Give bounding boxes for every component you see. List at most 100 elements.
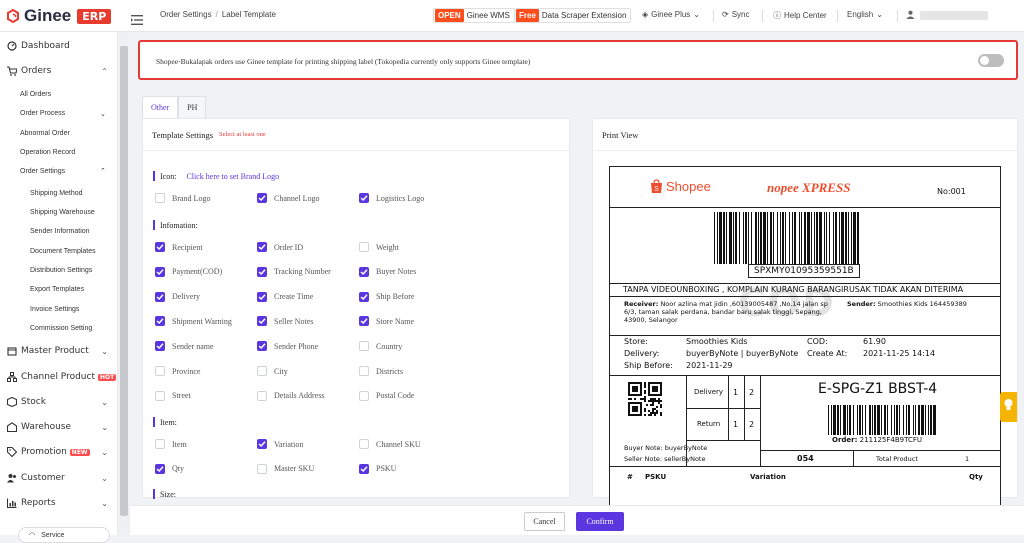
sidebar-item-master-product[interactable]: Master Product ⌄: [0, 342, 117, 360]
sidebar-item-customer[interactable]: Customer ⌄: [0, 469, 117, 487]
cancel-button[interactable]: Cancel: [524, 512, 565, 531]
tab-other[interactable]: Other: [142, 96, 179, 118]
checkbox-sender-phone[interactable]: Sender Phone: [257, 341, 318, 352]
sync-button[interactable]: ⟳ Sync: [722, 10, 750, 19]
sidebar-item-channel-product[interactable]: Channel Product HOT: [0, 368, 117, 386]
scrollbar-thumb[interactable]: [120, 46, 128, 516]
checkbox-street[interactable]: Street: [155, 390, 191, 401]
checkbox-variation[interactable]: Variation: [257, 439, 303, 449]
checkbox-channel-sku[interactable]: Channel SKU: [359, 439, 421, 449]
delivery-return-grid: Delivery 1 2 Return 1 2: [686, 376, 760, 441]
set-brand-logo-link[interactable]: Click here to set Brand Logo: [186, 172, 279, 181]
checkbox-ship-before[interactable]: Ship Before: [359, 291, 414, 302]
checkbox-sender-name[interactable]: Sender name: [155, 341, 214, 352]
checkbox-details-address[interactable]: Details Address: [257, 390, 324, 401]
promotion-label: Promotion: [21, 447, 67, 457]
checkmark-icon: [257, 266, 267, 277]
checkbox-payment-cod[interactable]: Payment(COD): [155, 266, 222, 277]
svg-text:S: S: [654, 186, 659, 193]
checkbox-psku[interactable]: PSKU: [359, 463, 396, 474]
ginee-plus-menu[interactable]: ◈ Ginee Plus ⌄: [642, 10, 700, 19]
brand-logo[interactable]: Ginee ERP: [6, 6, 112, 26]
barcode-bar: [777, 212, 778, 264]
section-marker: [153, 220, 155, 230]
qr-module: [644, 396, 646, 398]
sidebar-item-order-process[interactable]: Order Process: [20, 110, 65, 117]
checkbox-city[interactable]: City: [257, 366, 288, 376]
language-select[interactable]: English ⌄: [847, 10, 883, 19]
qr-module: [634, 398, 636, 400]
checkbox-buyer-notes[interactable]: Buyer Notes: [359, 266, 416, 277]
qr-module: [644, 410, 646, 412]
checkbox-label: Postal Code: [376, 391, 415, 401]
checkbox-recipient[interactable]: Recipient: [155, 242, 203, 252]
checkbox-store-name[interactable]: Store Name: [359, 316, 414, 327]
qr-module: [658, 400, 660, 402]
checkbox-tracking-number[interactable]: Tracking Number: [257, 266, 331, 277]
sidebar-item-warehouse[interactable]: Warehouse ⌄: [0, 418, 117, 436]
checkbox-qty[interactable]: Qty: [155, 463, 184, 474]
confirm-button[interactable]: Confirm: [576, 512, 624, 531]
barcode-bar: [872, 405, 873, 435]
ginee-template-toggle[interactable]: [978, 54, 1004, 67]
help-center-link[interactable]: ⓘ Help Center: [773, 10, 827, 21]
checkbox-postal-code[interactable]: Postal Code: [359, 390, 415, 401]
service-button[interactable]: ◠ Service: [18, 527, 110, 543]
sidebar-item-dashboard[interactable]: Dashboard: [0, 37, 117, 55]
sidebar-item-all-orders[interactable]: All Orders: [20, 91, 51, 98]
qr-module: [652, 400, 654, 402]
floating-help-tab[interactable]: [1000, 392, 1017, 422]
th-index: #: [627, 473, 633, 481]
ginee-logo-icon: [6, 8, 20, 24]
sidebar-item-order-settings[interactable]: Order Settings: [20, 168, 65, 175]
tab-ph[interactable]: PH: [178, 96, 207, 118]
order-block: Order: 211125F4B9TCFU: [832, 436, 922, 444]
sidebar-item-document-templates[interactable]: Document Templates: [30, 248, 96, 255]
checkbox-seller-notes[interactable]: Seller Notes: [257, 316, 313, 327]
user-icon[interactable]: [906, 10, 915, 19]
checkbox-province[interactable]: Province: [155, 366, 200, 376]
qr-module: [640, 398, 642, 400]
sidebar-item-export-templates[interactable]: Export Templates: [30, 286, 84, 293]
sidebar-item-invoice-settings[interactable]: Invoice Settings: [30, 306, 79, 313]
sidebar-item-promotion[interactable]: Promotion NEW ⌄: [0, 443, 117, 461]
barcode-bar: [921, 405, 924, 435]
barcode-bar: [735, 212, 737, 264]
checkbox-delivery[interactable]: Delivery: [155, 291, 200, 302]
data-scraper-button[interactable]: Free Data Scraper Extension: [514, 8, 632, 23]
breadcrumb-parent[interactable]: Order Settings: [160, 10, 212, 19]
checkbox-brand-logo[interactable]: Brand Logo: [155, 193, 210, 203]
sidebar-item-shipping-method[interactable]: Shipping Method: [30, 190, 83, 197]
barcode-bar: [773, 212, 774, 264]
barcode-bar: [816, 212, 818, 264]
sidebar-item-commission-setting[interactable]: Commission Setting: [30, 325, 92, 332]
user-account-name-blurred[interactable]: [920, 11, 988, 20]
sidebar-item-reports[interactable]: Reports ⌄: [0, 494, 117, 512]
checkbox-country[interactable]: Country: [359, 341, 402, 352]
barcode-bar: [840, 405, 841, 435]
checkbox-districts[interactable]: Districts: [359, 366, 403, 376]
sidebar-item-operation-record[interactable]: Operation Record: [20, 149, 75, 156]
barcode-bar: [839, 212, 840, 264]
new-badge: NEW: [69, 449, 90, 456]
checkbox-channel-logo[interactable]: Channel Logo: [257, 193, 320, 203]
sidebar-item-orders[interactable]: Orders ⌃: [0, 62, 117, 80]
tracking-number: SPXMY01095359551B: [748, 264, 860, 278]
checkbox-item[interactable]: Item: [155, 439, 187, 449]
shopee-bag-icon: S: [651, 179, 662, 193]
checkbox-create-time[interactable]: Create Time: [257, 291, 313, 302]
checkbox-shipment-warning[interactable]: Shipment Warning: [155, 316, 232, 327]
ginee-wms-button[interactable]: OPEN Ginee WMS: [433, 8, 515, 23]
checkbox-order-id[interactable]: Order ID: [257, 242, 303, 252]
checkbox-logistics-logo[interactable]: Logistics Logo: [359, 193, 424, 203]
diamond-icon: ◈: [642, 10, 649, 19]
sidebar-item-shipping-warehouse[interactable]: Shipping Warehouse: [30, 209, 95, 216]
sidebar-item-sender-information[interactable]: Sender Information: [30, 228, 90, 235]
sidebar-scrollbar[interactable]: [118, 32, 130, 535]
sidebar-item-stock[interactable]: Stock ⌄: [0, 393, 117, 411]
sidebar-item-abnormal-order[interactable]: Abnormal Order: [20, 130, 70, 137]
checkbox-weight[interactable]: Weight: [359, 242, 399, 252]
checkbox-master-sku[interactable]: Master SKU: [257, 463, 314, 474]
sidebar-item-distribution-settings[interactable]: Distribution Settings: [30, 267, 92, 274]
menu-collapse-icon[interactable]: [131, 10, 143, 25]
